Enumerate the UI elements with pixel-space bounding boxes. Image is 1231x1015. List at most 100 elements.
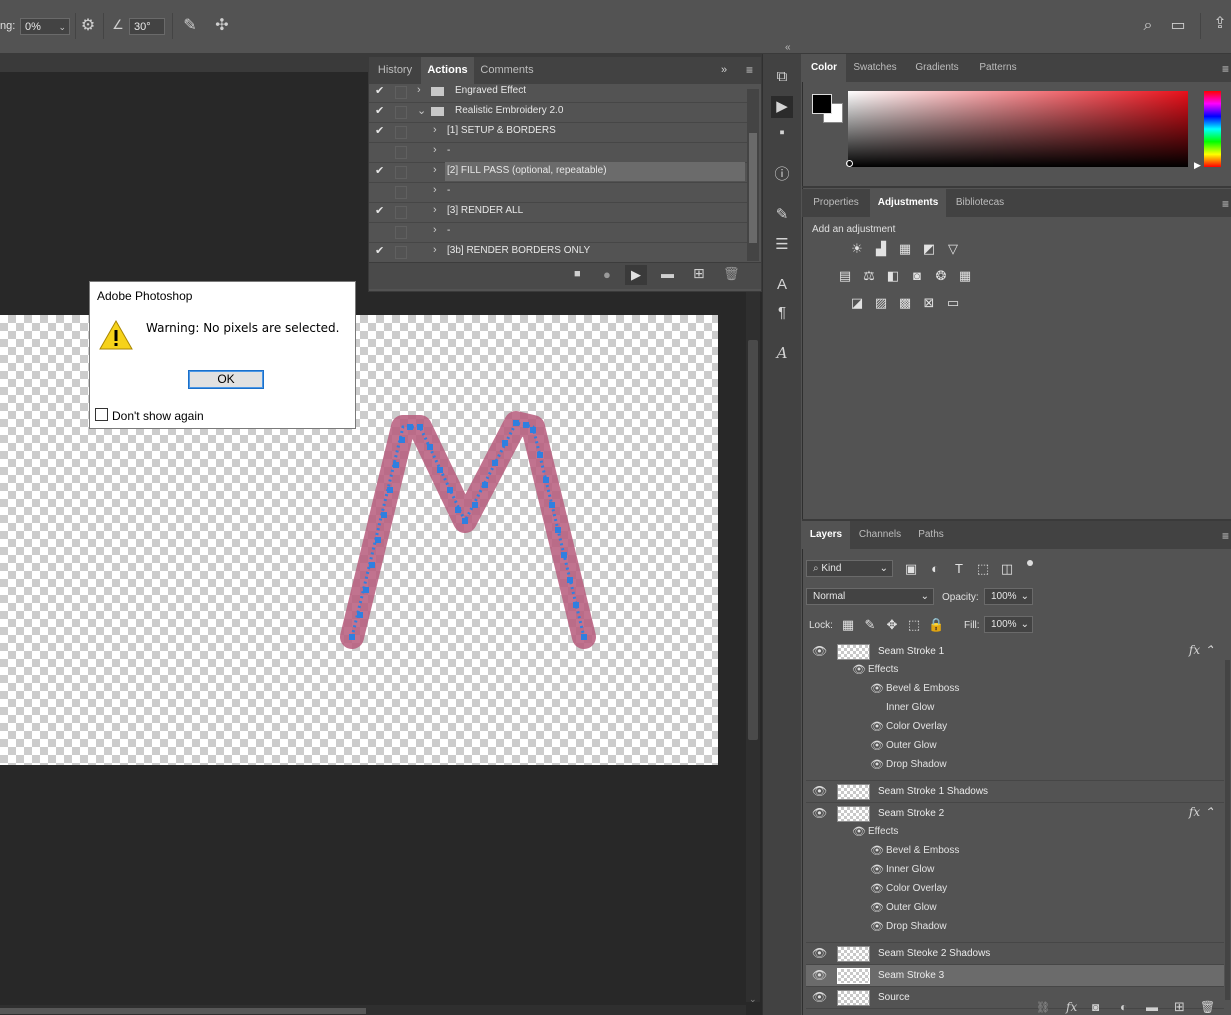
tab-actions[interactable]: Actions — [421, 57, 474, 84]
brightness-contrast-icon[interactable]: ☀ — [849, 241, 865, 257]
foreground-color-swatch[interactable] — [812, 94, 832, 114]
color-picker-handle[interactable] — [846, 160, 853, 167]
curves-icon[interactable]: ▦ — [897, 241, 913, 257]
actions-play-icon[interactable]: ▶ — [771, 96, 793, 118]
checkmark-icon[interactable]: ✔ — [375, 84, 387, 97]
eye-icon[interactable]: 👁 — [870, 901, 884, 914]
anchor-point[interactable] — [381, 512, 387, 518]
eye-icon[interactable]: 👁 — [812, 806, 827, 820]
anchor-point[interactable] — [561, 552, 567, 558]
eye-icon[interactable]: 👁 — [852, 663, 866, 676]
character-icon[interactable]: A — [771, 274, 793, 296]
actions-scrollbar[interactable] — [747, 89, 759, 261]
layer-name[interactable]: Seam Stroke 3 — [878, 970, 944, 981]
eye-icon[interactable]: 👁 — [870, 682, 884, 695]
color-lookup-icon[interactable]: ▦ — [957, 268, 973, 284]
chevron-right-icon[interactable]: › — [417, 84, 421, 96]
group-folder-icon[interactable]: ▬ — [1146, 1000, 1158, 1014]
dialog-toggle-box[interactable] — [395, 126, 407, 139]
symmetry-icon[interactable]: ✣ — [212, 17, 232, 37]
dialog-toggle-box[interactable] — [395, 186, 407, 199]
anchor-point[interactable] — [375, 537, 381, 543]
new-action-icon[interactable]: ⊞ — [693, 265, 705, 282]
filter-kind-dropdown[interactable]: ⌕ Kind ⌄ — [806, 560, 893, 577]
horizontal-scrollbar-thumb[interactable] — [0, 1008, 366, 1014]
type-filter-icon[interactable]: T — [951, 561, 967, 577]
link-layers-icon[interactable]: ⛓ — [1036, 1001, 1050, 1014]
dont-show-again-checkbox[interactable]: Don't show again — [95, 408, 204, 423]
anchor-point[interactable] — [437, 467, 443, 473]
photo-filter-icon[interactable]: ◙ — [909, 268, 925, 284]
anchor-point[interactable] — [455, 507, 461, 513]
tab-channels[interactable]: Channels — [850, 521, 910, 549]
layer-row[interactable]: 👁 Seam Stroke 1 fx ⌃ — [806, 641, 1224, 663]
vibrance-icon[interactable]: ▽ — [945, 241, 961, 257]
smart-object-filter-icon[interactable]: ◫ — [999, 561, 1015, 577]
anchor-point[interactable] — [407, 424, 413, 430]
mask-icon[interactable]: ◙ — [1092, 1000, 1099, 1014]
info-icon[interactable]: ⓘ — [771, 164, 793, 186]
lock-image-icon[interactable]: ✎ — [862, 617, 878, 633]
channel-mixer-icon[interactable]: ❂ — [933, 268, 949, 284]
tab-swatches[interactable]: Swatches — [846, 54, 904, 82]
hue-slider-marker[interactable]: ▶ — [1194, 160, 1201, 171]
layer-row[interactable]: 👁 Seam Stroke 3 — [806, 965, 1224, 987]
tab-comments[interactable]: Comments — [474, 57, 540, 84]
pressure-icon[interactable]: ✎ — [180, 17, 200, 37]
eye-icon[interactable]: 👁 — [852, 825, 866, 838]
gradient-map-icon[interactable]: ▭ — [945, 295, 961, 311]
percent-field[interactable]: 0% ⌄ — [20, 18, 70, 35]
anchor-point[interactable] — [393, 462, 399, 468]
action-row[interactable]: ✔ › [3b] RENDER BORDERS ONLY — [369, 242, 747, 263]
threshold-icon[interactable]: ▩ — [897, 295, 913, 311]
chevron-right-icon[interactable]: › — [433, 184, 437, 196]
brush-settings-icon[interactable]: ✎ — [771, 204, 793, 226]
stop-icon[interactable]: ■ — [574, 268, 581, 280]
eye-icon[interactable]: 👁 — [870, 920, 884, 933]
trash-icon[interactable]: 🗑 — [1200, 1000, 1215, 1014]
paragraph-icon[interactable]: ¶ — [771, 302, 793, 324]
anchor-point[interactable] — [549, 502, 555, 508]
checkmark-icon[interactable]: ✔ — [375, 204, 387, 217]
layer-row[interactable]: 👁 Seam Stroke 1 Shadows — [806, 781, 1224, 803]
play-icon[interactable]: ▶ — [625, 265, 647, 285]
hue-saturation-icon[interactable]: ▤ — [837, 268, 853, 284]
chevron-down-icon[interactable]: ⌄ — [417, 104, 426, 117]
lock-position-icon[interactable]: ✥ — [884, 617, 900, 633]
tab-bibliotecas[interactable]: Bibliotecas — [946, 189, 1014, 217]
checkmark-icon[interactable]: ✔ — [375, 244, 387, 257]
glyphs-icon[interactable]: A — [771, 342, 793, 364]
vertical-scrollbar-thumb[interactable] — [748, 340, 758, 740]
search-icon[interactable]: ⌕ — [1138, 17, 1158, 37]
panel-menu-icon[interactable]: ≡ — [1222, 197, 1229, 211]
chevron-right-icon[interactable]: › — [433, 124, 437, 136]
eye-icon[interactable]: 👁 — [812, 784, 827, 798]
anchor-point[interactable] — [543, 477, 549, 483]
adjustment-filter-icon[interactable]: ◐ — [927, 561, 943, 577]
dialog-toggle-box[interactable] — [395, 226, 407, 239]
invert-icon[interactable]: ◪ — [849, 295, 865, 311]
anchor-point[interactable] — [530, 427, 536, 433]
action-row[interactable]: ✔ ⌄ Realistic Embroidery 2.0 — [369, 102, 747, 123]
workspace-icon[interactable]: ▭ — [1168, 17, 1188, 37]
black-white-icon[interactable]: ◧ — [885, 268, 901, 284]
new-layer-icon[interactable]: ⊞ — [1174, 999, 1185, 1015]
anchor-point[interactable] — [363, 587, 369, 593]
comments-icon[interactable]: ▪ — [771, 122, 793, 144]
anchor-point[interactable] — [555, 527, 561, 533]
tab-paths[interactable]: Paths — [910, 521, 952, 549]
eye-icon[interactable]: 👁 — [870, 739, 884, 752]
checkmark-icon[interactable]: ✔ — [375, 124, 387, 137]
anchor-point[interactable] — [567, 577, 573, 583]
dialog-toggle-box[interactable] — [395, 246, 407, 259]
eye-icon[interactable]: 👁 — [870, 844, 884, 857]
dialog-toggle-box[interactable] — [395, 106, 407, 119]
action-row[interactable]: ✔ › [3] RENDER ALL — [369, 202, 747, 223]
fx-icon[interactable]: fx ⌃ — [1189, 643, 1214, 657]
sliders-icon[interactable]: ☰ — [771, 234, 793, 256]
action-row[interactable]: › - — [369, 182, 747, 203]
panel-menu-icon[interactable]: ≡ — [1222, 529, 1229, 543]
record-icon[interactable]: ● — [603, 267, 611, 282]
color-field[interactable] — [848, 91, 1188, 167]
action-row[interactable]: › - — [369, 142, 747, 163]
